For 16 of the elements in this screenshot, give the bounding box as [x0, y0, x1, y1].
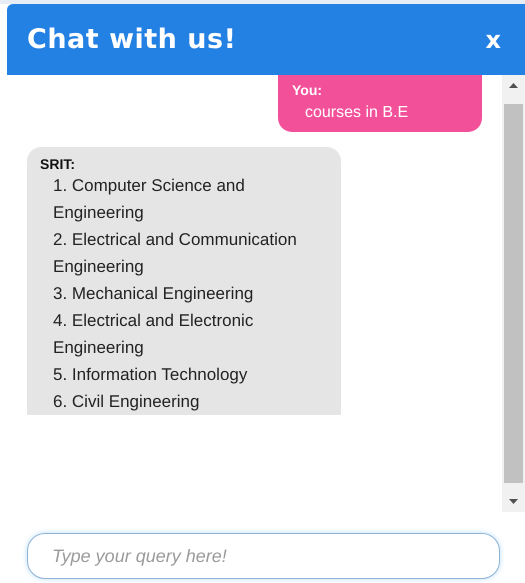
- course-item: 5. Information Technology: [52, 364, 248, 386]
- course-item: 4. Electrical and Electronic Engineering: [52, 310, 254, 359]
- query-input[interactable]: Type your query here!: [27, 533, 500, 579]
- scroll-thumb[interactable]: [504, 104, 523, 483]
- sender-label: SRIT:: [40, 156, 76, 172]
- course-item: 2. Electrical and Communication Engineering: [52, 229, 298, 278]
- course-item: 1. Computer Science and Engineering: [52, 175, 246, 224]
- scrollbar[interactable]: [502, 75, 525, 512]
- sender-label: You:: [292, 82, 324, 98]
- scroll-up-icon[interactable]: [509, 83, 518, 88]
- message-text: courses in B.E: [304, 104, 410, 122]
- course-item: 6. Civil Engineering: [52, 391, 200, 413]
- close-button[interactable]: x: [482, 26, 505, 54]
- course-item: 3. Mechanical Engineering: [52, 283, 254, 305]
- chat-title: Chat with us!: [27, 24, 236, 55]
- scroll-down-icon[interactable]: [509, 499, 518, 504]
